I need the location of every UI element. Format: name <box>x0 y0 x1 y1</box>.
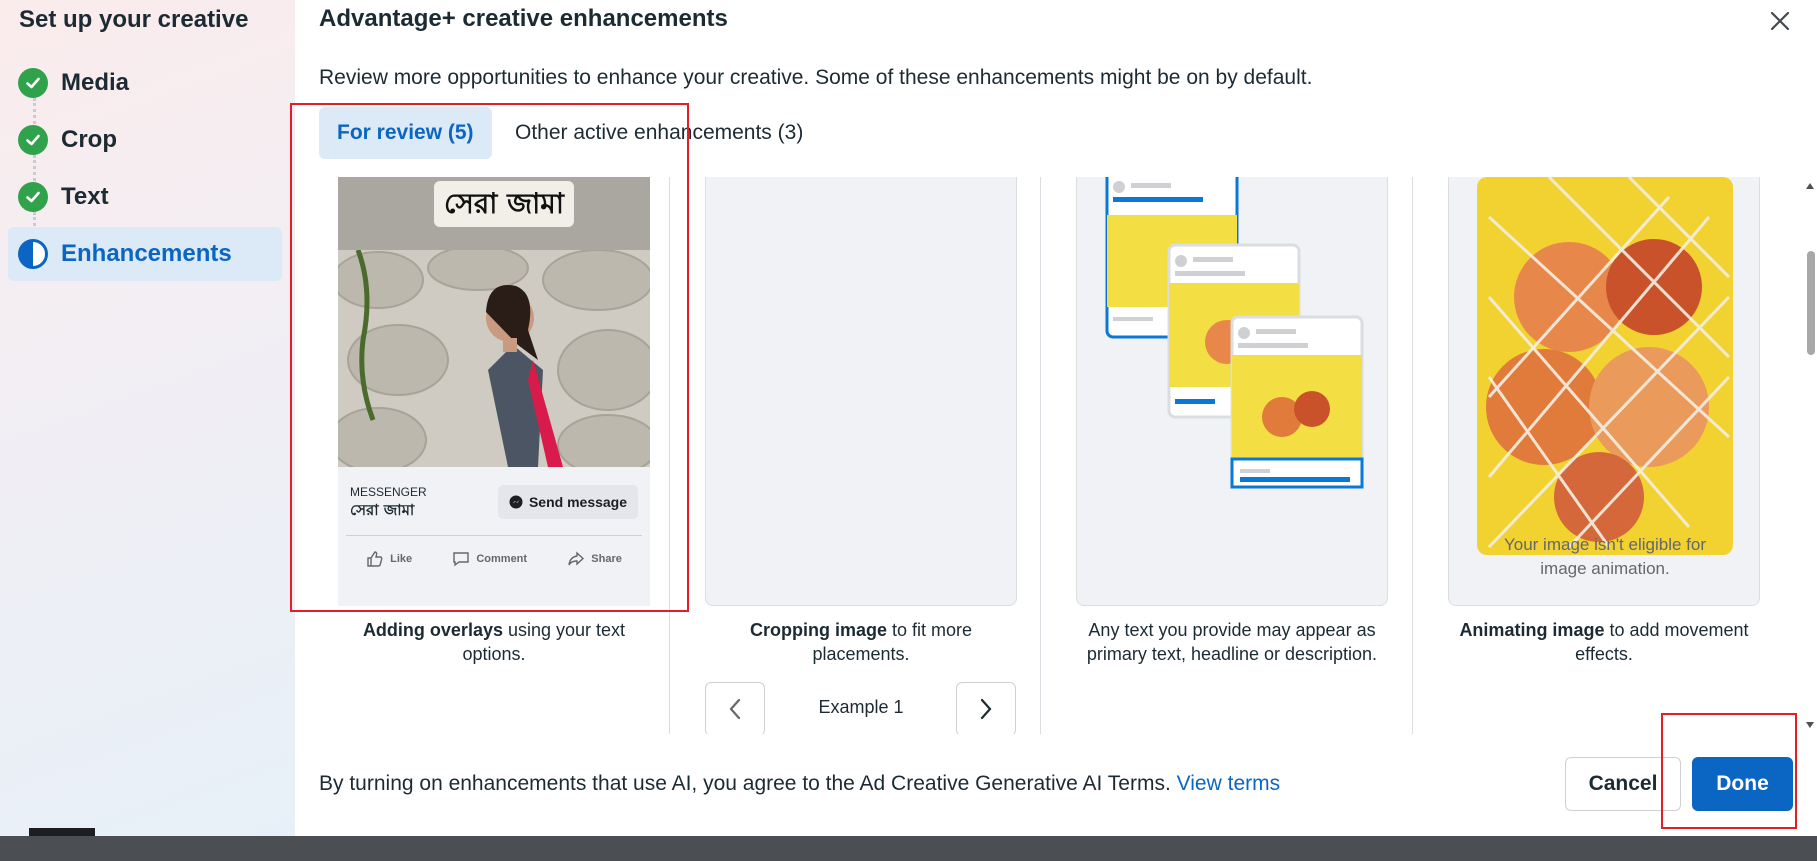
chevron-left-icon <box>729 698 741 720</box>
chevron-right-icon <box>980 698 992 720</box>
sidebar-step-label: Enhancements <box>61 240 232 267</box>
like-label: Like <box>390 552 413 565</box>
messenger-icon <box>509 495 523 509</box>
text-overlay: সেরা জামা <box>434 181 574 227</box>
dialog-subtitle: Review more opportunities to enhance you… <box>319 66 1313 89</box>
example-label: Example 1 <box>818 697 904 717</box>
card-caption: Animating image to add movement effects. <box>1449 618 1759 666</box>
ai-terms-text: By turning on enhancements that use AI, … <box>319 772 1171 795</box>
vertical-scrollbar[interactable] <box>1804 177 1817 734</box>
crop-preview <box>705 177 1017 606</box>
card-adding-overlays[interactable]: সেরা জামা MESSENGER সেরা জামা Send messa… <box>319 177 669 734</box>
sidebar-step-media[interactable]: Media <box>8 56 282 110</box>
messenger-label: MESSENGER <box>350 485 427 499</box>
card-caption: Adding overlays using your text options. <box>339 618 649 666</box>
enhancement-cards: সেরা জামা MESSENGER সেরা জামা Send messa… <box>295 177 1817 734</box>
cancel-button[interactable]: Cancel <box>1565 757 1681 811</box>
sidebar-footer-block <box>29 828 95 836</box>
sidebar-step-label: Media <box>61 69 130 96</box>
next-example-button[interactable] <box>956 682 1016 734</box>
caption-bold: Animating image <box>1459 620 1605 640</box>
card-animating-image[interactable]: Your image isn't eligible for image anim… <box>1413 177 1763 734</box>
sidebar-step-label: Crop <box>61 126 117 153</box>
ad-image: সেরা জামা <box>338 177 650 467</box>
product-photo <box>338 250 650 467</box>
sidebar-step-text[interactable]: Text <box>8 170 282 224</box>
send-message-button: Send message <box>498 485 638 519</box>
check-icon <box>18 182 48 212</box>
comment-action: Comment <box>452 550 527 568</box>
in-progress-icon <box>18 239 48 269</box>
scroll-up-icon[interactable] <box>1806 183 1814 189</box>
like-action: Like <box>366 550 412 568</box>
done-button[interactable]: Done <box>1692 757 1793 811</box>
card-caption: Any text you provide may appear as prima… <box>1077 618 1387 666</box>
check-icon <box>18 68 48 98</box>
share-icon <box>568 550 585 566</box>
sidebar-step-label: Text <box>61 183 109 210</box>
send-message-label: Send message <box>528 494 628 510</box>
tab-other-active-enhancements[interactable]: Other active enhancements (3) <box>497 107 821 159</box>
tab-for-review[interactable]: For review (5) <box>319 107 492 159</box>
comment-label: Comment <box>476 552 528 565</box>
share-label: Share <box>591 552 622 565</box>
ineligible-note: Your image isn't eligible for image anim… <box>1503 535 1706 578</box>
scroll-thumb[interactable] <box>1807 251 1815 355</box>
caption-bold: Cropping image <box>749 620 887 640</box>
close-button[interactable] <box>1763 4 1797 38</box>
caption-text: Any text you provide may appear as prima… <box>1086 620 1378 664</box>
caption-bold: Adding overlays <box>362 620 503 640</box>
ai-terms-notice: By turning on enhancements that use AI, … <box>319 772 1280 796</box>
sidebar-step-enhancements[interactable]: Enhancements <box>8 227 282 281</box>
animation-preview: Your image isn't eligible for image anim… <box>1448 177 1760 606</box>
like-icon <box>367 550 383 567</box>
comment-icon <box>453 551 470 566</box>
reaction-bar: Like Comment Share <box>346 535 642 581</box>
card-text-placements[interactable]: Any text you provide may appear as prima… <box>1041 177 1391 734</box>
ad-headline: সেরা জামা <box>350 501 415 519</box>
scroll-down-icon[interactable] <box>1806 722 1814 728</box>
dialog-title: Advantage+ creative enhancements <box>319 5 728 32</box>
ad-preview: সেরা জামা MESSENGER সেরা জামা Send messa… <box>338 177 650 606</box>
sidebar-title: Set up your creative <box>19 6 249 33</box>
check-icon <box>18 125 48 155</box>
sidebar-step-crop[interactable]: Crop <box>8 113 282 167</box>
share-action: Share <box>567 550 622 568</box>
close-icon <box>1770 11 1790 31</box>
setup-sidebar: Set up your creative Media Crop Text Enh… <box>0 0 295 836</box>
card-caption: Cropping image to fit more placements. <box>706 618 1016 666</box>
card-cropping-image[interactable]: Cropping image to fit more placements. E… <box>670 177 1020 734</box>
view-terms-link[interactable]: View terms <box>1177 772 1280 795</box>
enhancements-dialog: Advantage+ creative enhancements Review … <box>295 0 1817 836</box>
text-placement-preview <box>1076 177 1388 606</box>
ad-footer: MESSENGER সেরা জামা Send message Like Co… <box>338 467 650 606</box>
previous-example-button[interactable] <box>705 682 765 734</box>
placement-illustration <box>1105 177 1364 489</box>
